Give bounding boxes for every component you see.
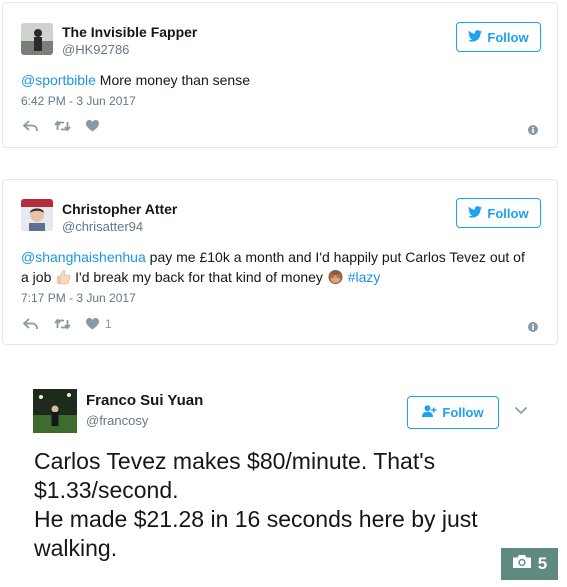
tweet-text: Carlos Tevez makes $80/minute. That's $1…	[34, 447, 554, 563]
author-handle[interactable]: @chrisatter94	[62, 219, 143, 234]
tweet-body: pay me £10k a month and I'd happily put …	[145, 249, 525, 265]
info-icon[interactable]	[528, 122, 538, 140]
info-icon[interactable]	[528, 319, 538, 337]
reply-icon	[23, 120, 38, 132]
mention-link[interactable]: @sportbible	[21, 72, 96, 88]
photo-gallery-badge[interactable]: 5	[501, 548, 558, 580]
tweet-body: More money than sense	[95, 72, 251, 88]
author-handle[interactable]: @francosy	[86, 413, 148, 428]
tweet-line: @shanghaishenhua pay me £10k a month and…	[21, 247, 551, 267]
add-user-icon	[422, 405, 437, 420]
author-name[interactable]: Franco Sui Yuan	[86, 392, 203, 409]
author-name[interactable]: The Invisible Fapper	[62, 24, 197, 40]
timestamp[interactable]: 6:42 PM - 3 Jun 2017	[21, 94, 136, 108]
photo-count: 5	[537, 554, 548, 573]
tweet-text: @sportbible More money than sense	[21, 70, 250, 90]
chevron-down-icon[interactable]	[514, 402, 528, 420]
avatar[interactable]	[21, 23, 53, 55]
tweet-body: I'd break my back for that kind of money	[71, 269, 327, 285]
follow-button[interactable]: Follow	[407, 396, 499, 429]
retweet-icon	[54, 120, 71, 132]
tweet-card: Christopher Atter @chrisatter94 Follow @…	[2, 179, 558, 345]
follow-label: Follow	[487, 205, 529, 221]
see-no-evil-monkey-emoji-icon	[327, 269, 344, 290]
retweet-button[interactable]	[54, 318, 71, 330]
reply-button[interactable]	[23, 120, 38, 132]
tweet-card: The Invisible Fapper @HK92786 Follow @sp…	[2, 2, 558, 148]
avatar[interactable]	[21, 199, 53, 231]
tweet-body: a job	[21, 269, 56, 285]
tweet-actions	[23, 120, 99, 132]
avatar[interactable]	[33, 389, 77, 433]
camera-icon	[512, 554, 532, 574]
twitter-bird-icon	[468, 205, 483, 221]
tweet-line: walking.	[34, 535, 118, 561]
tweet-text: @shanghaishenhua pay me £10k a month and…	[21, 247, 551, 290]
twitter-bird-icon	[468, 29, 483, 45]
thumbs-up-emoji-icon	[55, 269, 71, 290]
reply-icon	[23, 318, 38, 330]
follow-label: Follow	[442, 405, 484, 420]
author-name[interactable]: Christopher Atter	[62, 201, 177, 217]
retweet-button[interactable]	[54, 120, 71, 132]
hashtag-link[interactable]: #lazy	[348, 269, 381, 285]
reply-button[interactable]	[23, 318, 38, 330]
tweet-line: Carlos Tevez makes $80/minute. That's	[34, 448, 436, 474]
like-button[interactable]: 1	[86, 317, 112, 331]
heart-icon	[86, 120, 99, 132]
like-button[interactable]	[86, 120, 99, 132]
timestamp[interactable]: 7:17 PM - 3 Jun 2017	[21, 291, 136, 305]
tweet-line: a job I'd break my back for that kind of…	[21, 267, 551, 290]
mention-link[interactable]: @shanghaishenhua	[21, 249, 146, 265]
tweet-line: $1.33/second.	[34, 477, 179, 503]
heart-icon	[86, 318, 99, 330]
follow-button[interactable]: Follow	[456, 198, 541, 228]
like-count: 1	[105, 317, 112, 331]
tweet-actions: 1	[23, 317, 112, 331]
retweet-icon	[54, 318, 71, 330]
author-handle[interactable]: @HK92786	[62, 42, 129, 57]
tweet-line: He made $21.28 in 16 seconds here by jus…	[34, 506, 478, 532]
follow-label: Follow	[487, 29, 529, 45]
follow-button[interactable]: Follow	[456, 22, 541, 52]
